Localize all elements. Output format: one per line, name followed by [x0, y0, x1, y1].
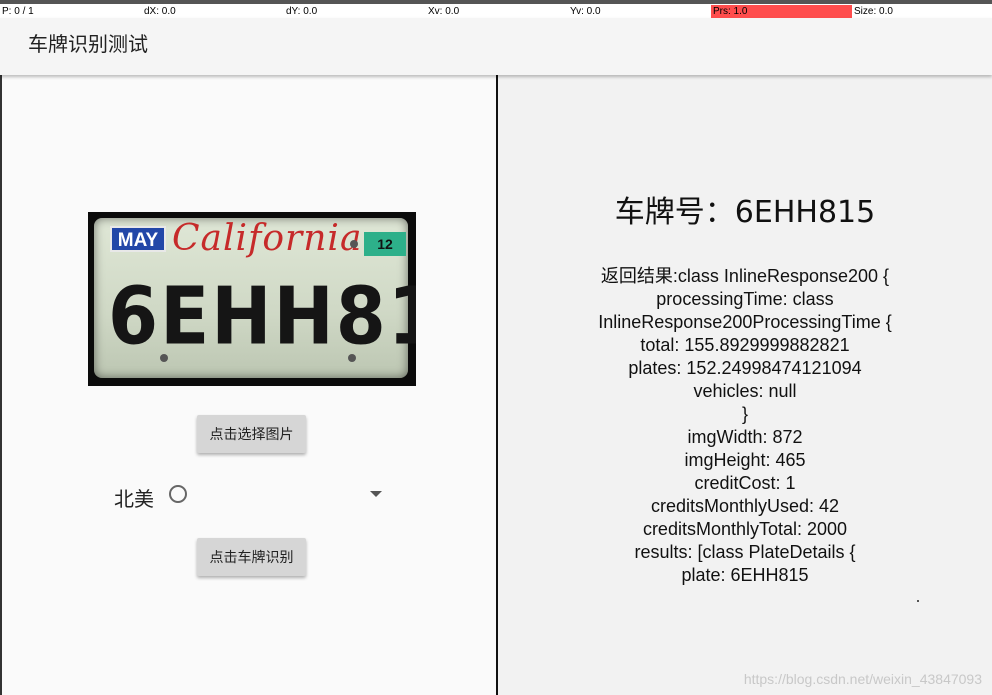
region-radio-button[interactable] [169, 485, 187, 503]
app-bar: 车牌识别测试 [0, 18, 992, 75]
result-line: creditsMonthlyTotal: 2000 [642, 519, 848, 539]
touch-size: Size: 0.0 [854, 6, 893, 17]
result-line: processingTime: class [656, 289, 834, 309]
delta-x: dX: 0.0 [144, 6, 176, 17]
result-line: total: 155.8929999882821 [640, 335, 850, 355]
pressure: Prs: 1.0 [711, 5, 852, 18]
plate-bolt-icon [350, 240, 358, 248]
plate-body: MAY California 12 6EHH815 [94, 218, 416, 378]
result-line: plate: 6EHH815 [681, 565, 809, 585]
delta-y: dY: 0.0 [286, 6, 318, 17]
dropdown-arrow-icon[interactable] [370, 491, 382, 497]
result-output: 返回结果:class InlineResponse200 { processing… [498, 265, 992, 587]
velocity-y: Yv: 0.0 [570, 6, 601, 17]
recognize-plate-button[interactable]: 点击车牌识别 [197, 538, 306, 576]
result-panel: 车牌号：6EHH815 返回结果:class InlineResponse200… [498, 75, 992, 695]
select-image-button[interactable]: 点击选择图片 [197, 415, 306, 453]
plate-month-tag: MAY [110, 226, 166, 252]
stray-dot [917, 600, 919, 602]
result-line: } [741, 404, 748, 424]
input-panel: MAY California 12 6EHH815 点击选择图片 北美 点击车牌… [0, 75, 498, 695]
result-line: 返回结果:class InlineResponse200 { [600, 266, 890, 286]
pointer-debug-bar: P: 0 / 1 dX: 0.0 dY: 0.0 Xv: 0.0 Yv: 0.0… [0, 0, 992, 18]
plate-number-heading: 车牌号：6EHH815 [614, 195, 876, 230]
result-line: creditsMonthlyUsed: 42 [650, 496, 840, 516]
result-line: plates: 152.24998474121094 [628, 358, 862, 378]
result-line: InlineResponse200ProcessingTime { [598, 312, 892, 332]
plate-number-print: 6EHH815 [108, 270, 416, 363]
watermark: https://blog.csdn.net/weixin_43847093 [743, 671, 982, 687]
pointer-count: P: 0 / 1 [2, 6, 34, 17]
region-label: 北美 [114, 487, 154, 511]
result-line: imgWidth: 872 [687, 427, 803, 447]
app-title: 车牌识别测试 [28, 32, 148, 56]
result-line: results: [class PlateDetails { [634, 542, 856, 562]
velocity-x: Xv: 0.0 [428, 6, 460, 17]
plate-bolt-icon [160, 354, 168, 362]
result-line: vehicles: null [693, 381, 797, 401]
plate-year-sticker: 12 [364, 232, 406, 256]
plate-bolt-icon [348, 354, 356, 362]
license-plate-image: MAY California 12 6EHH815 [88, 212, 416, 386]
result-line: imgHeight: 465 [684, 450, 806, 470]
plate-state-script: California [172, 218, 363, 259]
result-line: creditCost: 1 [694, 473, 796, 493]
